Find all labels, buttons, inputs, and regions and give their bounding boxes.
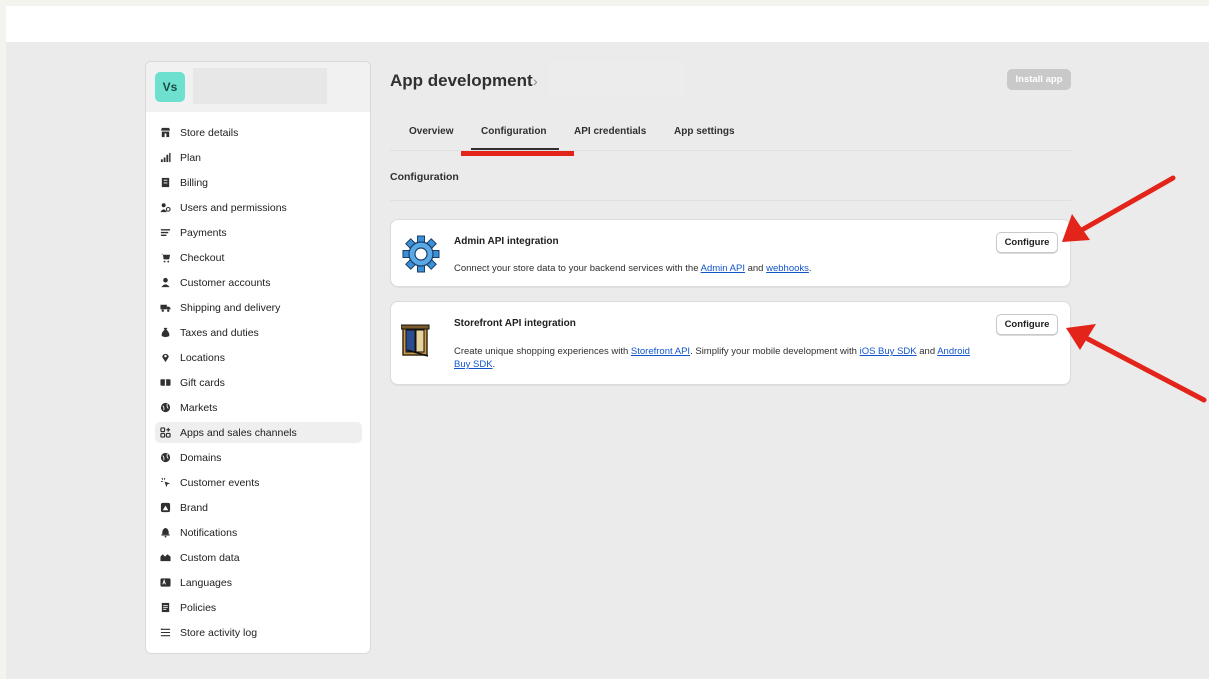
arrow-head-2 [1066,324,1096,350]
annotation-arrows [1062,175,1207,403]
annotation-arrow-2 [1085,336,1207,403]
annotation-arrow-1 [1077,175,1176,234]
